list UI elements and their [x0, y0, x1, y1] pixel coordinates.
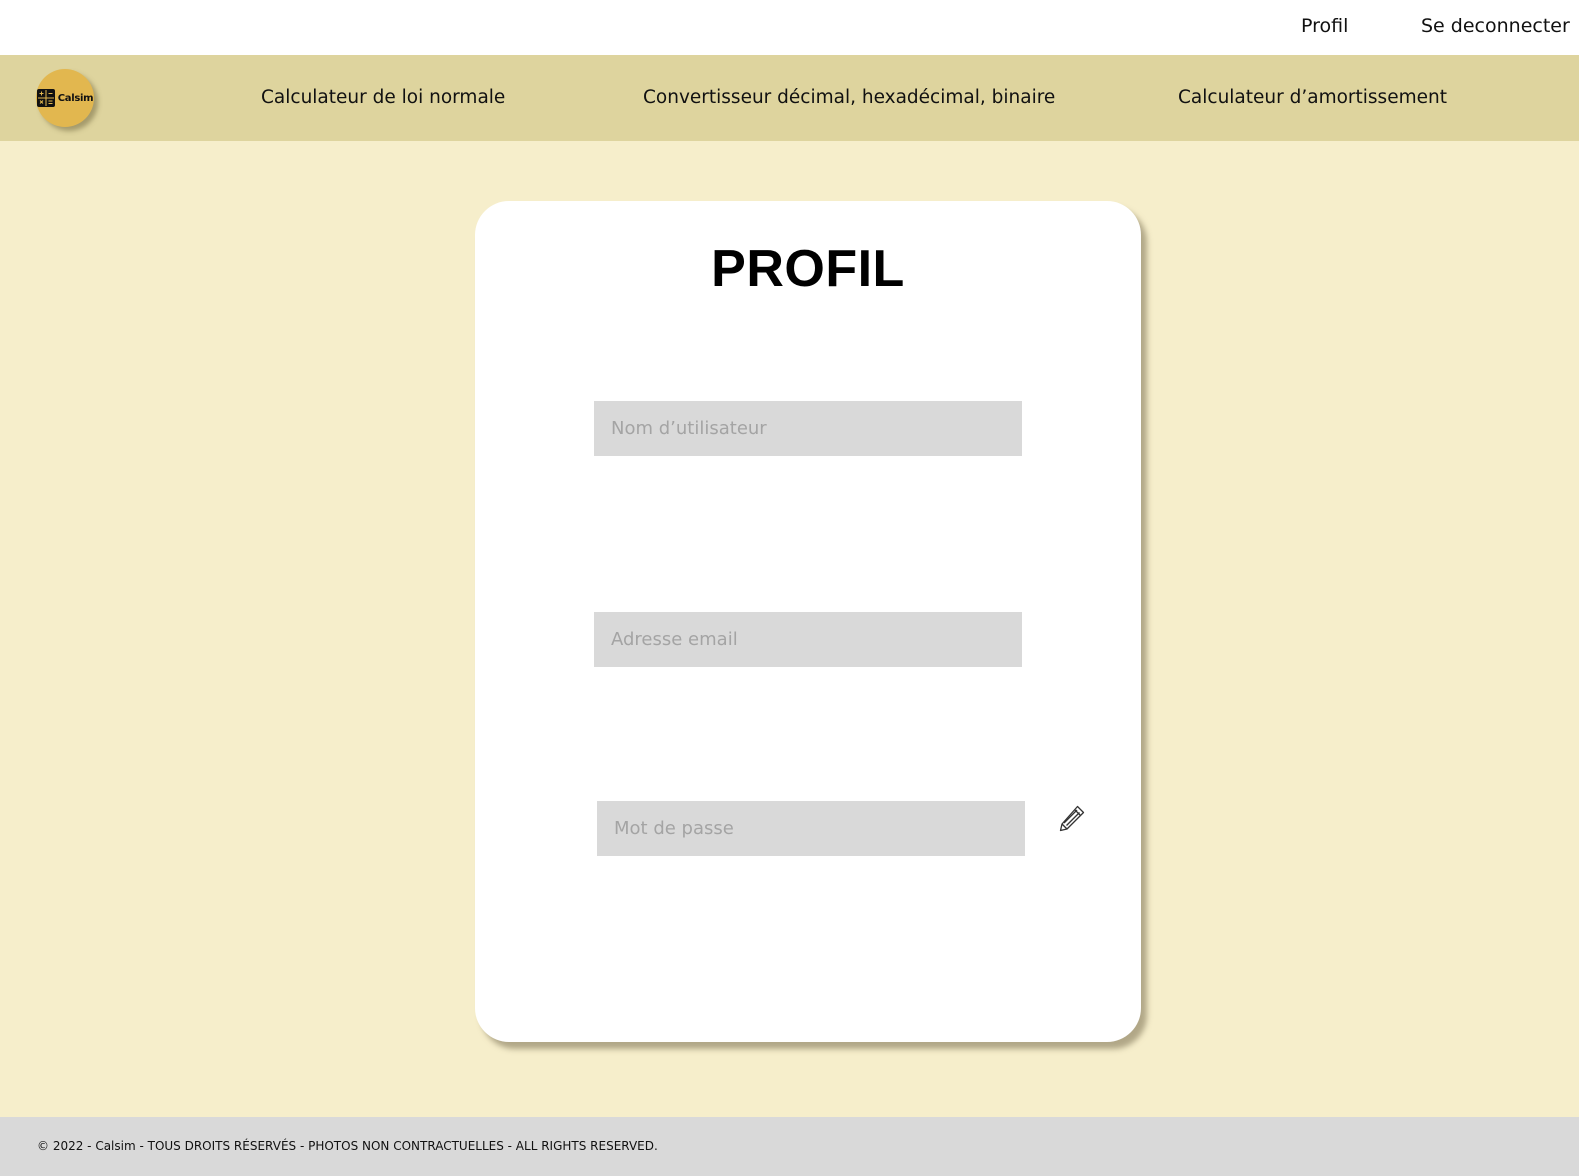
top-bar: Profil Se deconnecter — [0, 0, 1579, 55]
pencil-icon — [1059, 805, 1085, 832]
nav-link-amortization[interactable]: Calculateur d’amortissement — [1178, 87, 1447, 108]
nav-link-base-converter[interactable]: Convertisseur décimal, hexadécimal, bina… — [643, 87, 1055, 108]
brand-logo[interactable]: Calsim — [36, 69, 94, 127]
calculator-icon — [36, 89, 55, 107]
logout-link[interactable]: Se deconnecter — [1421, 15, 1570, 37]
password-field[interactable] — [597, 801, 1025, 856]
username-field[interactable] — [594, 401, 1022, 456]
brand-name: Calsim — [57, 92, 94, 104]
footer: © 2022 - Calsim - TOUS DROITS RÉSERVÉS -… — [0, 1117, 1579, 1176]
nav-link-normal-distribution[interactable]: Calculateur de loi normale — [261, 87, 505, 108]
page-title: PROFIL — [711, 240, 905, 298]
profile-card: PROFIL — [475, 201, 1141, 1042]
edit-password-button[interactable] — [1057, 803, 1087, 833]
main-navigation: Calsim Calculateur de loi normale Conver… — [0, 55, 1579, 141]
copyright-text: © 2022 - Calsim - TOUS DROITS RÉSERVÉS -… — [37, 1139, 658, 1153]
email-field[interactable] — [594, 612, 1022, 667]
profile-link[interactable]: Profil — [1301, 15, 1348, 37]
